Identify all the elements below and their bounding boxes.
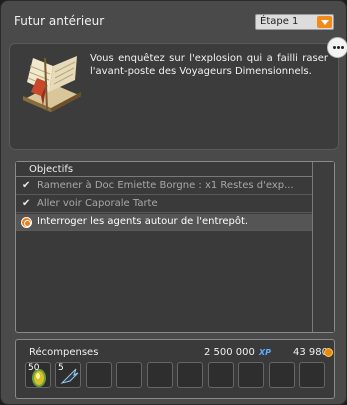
objective-label: Ramener à Doc Emiette Borgne : x1 Restes… <box>37 180 294 191</box>
kamas-reward-value: 43 980 <box>293 347 328 358</box>
reward-slot-empty[interactable] <box>177 362 203 388</box>
reward-slot-empty[interactable] <box>299 362 325 388</box>
open-book-icon <box>23 56 81 112</box>
title-bar: Futur antérieur Étape 1 <box>1 1 347 37</box>
objectives-scrollbar[interactable] <box>312 162 334 332</box>
objective-label: Interroger les agents autour de l'entrep… <box>37 216 249 227</box>
objective-row[interactable]: Interroger les agents autour de l'entrep… <box>16 214 312 231</box>
quest-title: Futur antérieur <box>14 14 105 28</box>
reward-slots: 50 5 <box>25 362 329 388</box>
reward-quantity: 5 <box>58 363 64 373</box>
story-description: Vous enquêtez sur l'explosion qui a fail… <box>90 53 328 77</box>
reward-slot-empty[interactable] <box>116 362 142 388</box>
rewards-title: Récompenses <box>29 347 99 358</box>
step-dropdown-value: Étape 1 <box>260 16 299 27</box>
objective-row[interactable]: ✔ Ramener à Doc Emiette Borgne : x1 Rest… <box>16 178 312 195</box>
reward-slot-empty[interactable] <box>269 362 295 388</box>
kamas-icon <box>324 348 333 357</box>
reward-quantity: 50 <box>28 363 40 373</box>
more-options-button[interactable] <box>327 37 347 58</box>
objectives-panel: Objectifs ✔ Ramener à Doc Emiette Borgne… <box>15 161 335 333</box>
step-dropdown[interactable]: Étape 1 <box>255 14 334 30</box>
objective-label: Aller voir Caporale Tarte <box>37 198 158 209</box>
objective-row[interactable]: ✔ Aller voir Caporale Tarte <box>16 196 312 213</box>
xp-reward-value: 2 500 000 <box>204 347 255 358</box>
reward-slot-empty[interactable] <box>238 362 264 388</box>
quest-window: Futur antérieur Étape 1 Vous enquêtez su… <box>0 0 347 405</box>
objectives-header: Objectifs <box>16 162 334 177</box>
reward-slot-empty[interactable] <box>208 362 234 388</box>
objectives-title: Objectifs <box>29 164 74 175</box>
dot-icon <box>333 46 336 49</box>
reward-slot[interactable]: 5 <box>55 362 81 388</box>
dot-icon <box>337 46 340 49</box>
xp-icon: XP <box>259 348 272 357</box>
reward-slot-empty[interactable] <box>147 362 173 388</box>
reward-slot-empty[interactable] <box>86 362 112 388</box>
rewards-panel: Récompenses 2 500 000 XP 43 980 50 5 <box>15 339 335 399</box>
story-panel: Vous enquêtez sur l'explosion qui a fail… <box>9 43 339 150</box>
check-icon: ✔ <box>22 198 31 209</box>
dot-icon <box>341 46 344 49</box>
reward-slot[interactable]: 50 <box>25 362 51 388</box>
target-icon <box>21 217 32 228</box>
chevron-down-icon <box>317 16 332 28</box>
check-icon: ✔ <box>22 180 31 191</box>
